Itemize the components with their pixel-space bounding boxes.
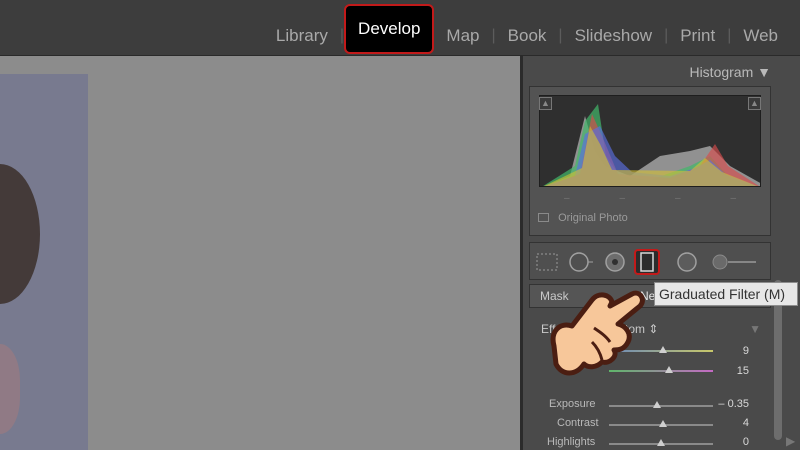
- module-develop[interactable]: Develop: [344, 4, 435, 54]
- pointing-hand-icon: [550, 290, 645, 376]
- histogram-yellow: [544, 126, 757, 186]
- histogram-panel: ▲ ▲ – – – – Original Photo: [529, 86, 771, 236]
- original-photo-label: Original Photo: [558, 212, 628, 224]
- spot-removal-icon[interactable]: [568, 249, 594, 275]
- contrast-label: Contrast: [557, 417, 599, 429]
- exposure-value[interactable]: – 0.35: [718, 398, 749, 410]
- adjustment-brush-icon[interactable]: [710, 249, 760, 275]
- triangle-down-icon[interactable]: ▼: [757, 64, 771, 80]
- temp-value[interactable]: 9: [743, 345, 749, 357]
- shadow-clipping-icon[interactable]: ▲: [539, 97, 552, 110]
- module-picker: Library | Develop Map | Book | Slideshow…: [0, 0, 800, 56]
- highlights-label: Highlights: [547, 436, 596, 448]
- red-eye-icon[interactable]: [602, 249, 628, 275]
- crop-overlay-icon[interactable]: [534, 249, 560, 275]
- highlight-clipping-icon[interactable]: ▲: [748, 97, 761, 110]
- photo-face-region: [0, 344, 20, 434]
- highlights-value[interactable]: 0: [743, 436, 749, 448]
- histogram-tick: –: [730, 193, 737, 204]
- exposure-slider[interactable]: [609, 401, 713, 408]
- triangle-right-icon[interactable]: ▶: [786, 434, 795, 448]
- module-map[interactable]: Map: [434, 22, 491, 50]
- contrast-value[interactable]: 4: [743, 417, 749, 429]
- tool-strip: [529, 242, 771, 280]
- right-panel: Histogram ▼ ▲ ▲ – – – – Original Photo M…: [520, 56, 800, 450]
- highlights-slider[interactable]: [609, 439, 713, 446]
- module-library[interactable]: Library: [264, 22, 340, 50]
- slider-thumb[interactable]: [659, 420, 667, 427]
- photo-canvas[interactable]: [0, 56, 520, 450]
- module-list: Library | Develop Map | Book | Slideshow…: [264, 4, 790, 54]
- original-photo-toggle[interactable]: Original Photo: [538, 212, 628, 224]
- module-slideshow[interactable]: Slideshow: [563, 22, 665, 50]
- histogram-svg: [543, 104, 760, 186]
- contrast-slider[interactable]: [609, 420, 713, 427]
- module-print[interactable]: Print: [668, 22, 727, 50]
- slider-thumb[interactable]: [653, 401, 661, 408]
- photo-hair-region: [0, 164, 40, 304]
- checkbox-icon[interactable]: [538, 213, 549, 222]
- module-web[interactable]: Web: [731, 22, 790, 50]
- histogram-tick: –: [674, 193, 681, 204]
- histogram-graph: [539, 95, 761, 187]
- slider-thumb[interactable]: [665, 366, 673, 373]
- module-book[interactable]: Book: [496, 22, 559, 50]
- radial-filter-icon[interactable]: [674, 249, 700, 275]
- histogram-tick: –: [563, 193, 570, 204]
- slider-thumb[interactable]: [657, 439, 665, 446]
- triangle-down-icon[interactable]: ▼: [749, 322, 761, 336]
- exposure-label: Exposure: [549, 398, 596, 410]
- photo-preview[interactable]: [0, 74, 88, 450]
- tint-value[interactable]: 15: [737, 365, 749, 377]
- histogram-tick: –: [619, 193, 626, 204]
- histogram-header[interactable]: Histogram ▼: [531, 60, 771, 86]
- graduated-filter-icon[interactable]: [634, 249, 660, 275]
- histogram-ticks: – – – –: [539, 193, 761, 205]
- histogram-title: Histogram: [689, 64, 754, 80]
- graduated-filter-tooltip: Graduated Filter (M): [654, 282, 798, 306]
- slider-thumb[interactable]: [659, 346, 667, 353]
